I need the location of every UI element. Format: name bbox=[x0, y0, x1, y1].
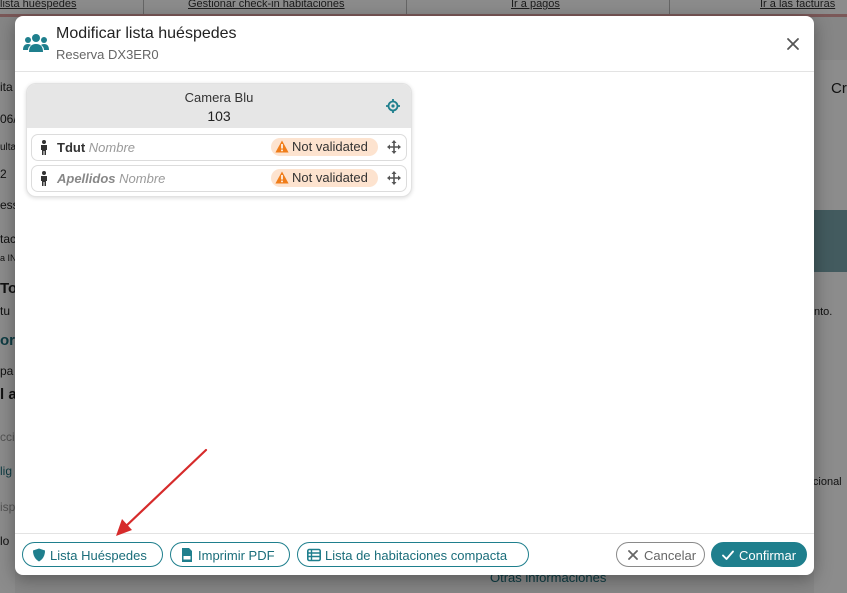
print-pdf-button-label: Imprimir PDF bbox=[198, 548, 275, 563]
cancel-button-label: Cancelar bbox=[644, 548, 697, 563]
compact-room-list-button-label: Lista de habitaciones compacta bbox=[325, 548, 508, 563]
close-icon bbox=[628, 550, 638, 560]
guest-name-placeholder: Nombre bbox=[88, 140, 136, 155]
room-card: Camera Blu 103 Tdut Nombre Not validated… bbox=[26, 83, 412, 197]
guest-name-text: Tdut Nombre bbox=[57, 140, 135, 155]
print-pdf-button[interactable]: Imprimir PDF bbox=[170, 542, 290, 567]
person-icon bbox=[41, 140, 47, 155]
annotation-arrow bbox=[116, 448, 208, 536]
status-badge: Not validated bbox=[271, 138, 378, 156]
close-icon bbox=[787, 38, 799, 50]
guest-surname-placeholder: Apellidos bbox=[57, 171, 116, 186]
guest-name-placeholder: Nombre bbox=[119, 171, 166, 186]
status-text: Not validated bbox=[292, 170, 368, 185]
pdf-file-icon bbox=[182, 548, 192, 562]
modal-header: Modificar lista huéspedes Reserva DX3ER0 bbox=[15, 16, 814, 72]
guest-surname: Tdut bbox=[57, 140, 86, 155]
warning-icon bbox=[275, 140, 289, 153]
guest-list-button-label: Lista Huéspedes bbox=[50, 548, 147, 563]
warning-icon bbox=[275, 171, 289, 184]
table-list-icon bbox=[307, 548, 321, 562]
person-icon bbox=[41, 171, 47, 186]
cancel-button[interactable]: Cancelar bbox=[616, 542, 705, 567]
room-name: Camera Blu bbox=[184, 90, 254, 105]
users-icon bbox=[23, 34, 49, 52]
guest-name-text: Apellidos Nombre bbox=[57, 171, 165, 186]
shield-icon bbox=[33, 548, 45, 562]
room-number: 103 bbox=[207, 108, 231, 124]
status-badge: Not validated bbox=[271, 169, 378, 187]
guest-row[interactable]: Tdut Nombre Not validated bbox=[31, 134, 407, 161]
confirm-button-label: Confirmar bbox=[739, 548, 797, 563]
crosshairs-icon[interactable] bbox=[386, 99, 400, 113]
move-icon[interactable] bbox=[387, 171, 401, 185]
status-text: Not validated bbox=[292, 139, 368, 154]
room-card-header: Camera Blu 103 bbox=[27, 84, 411, 128]
compact-room-list-button[interactable]: Lista de habitaciones compacta bbox=[297, 542, 529, 567]
guest-row[interactable]: Apellidos Nombre Not validated bbox=[31, 165, 407, 192]
move-icon[interactable] bbox=[387, 140, 401, 154]
modal-title: Modificar lista huéspedes bbox=[56, 25, 237, 42]
guest-list-button[interactable]: Lista Huéspedes bbox=[22, 542, 163, 567]
modal-subtitle: Reserva DX3ER0 bbox=[56, 47, 159, 62]
confirm-button[interactable]: Confirmar bbox=[711, 542, 807, 567]
close-button[interactable] bbox=[781, 32, 805, 56]
check-icon bbox=[722, 550, 734, 560]
